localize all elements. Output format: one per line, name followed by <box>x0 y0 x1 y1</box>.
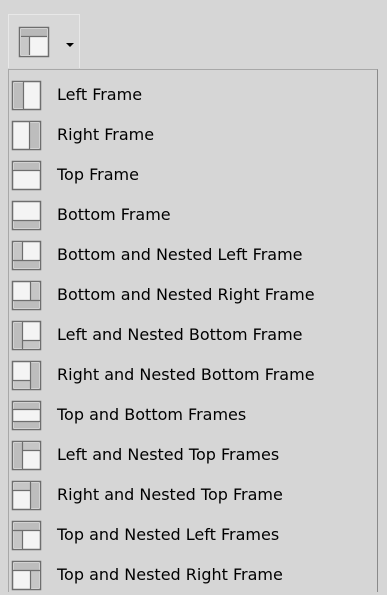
menu-item-label: Top and Nested Right Frame <box>57 565 283 584</box>
top-frame-icon <box>11 160 42 191</box>
right-nested-top-frame-icon <box>11 480 42 511</box>
frames-dropdown-button[interactable] <box>8 14 80 68</box>
right-frame-icon <box>11 120 42 151</box>
menu-item-label: Left and Nested Top Frames <box>57 445 280 464</box>
menu-item-top-bottom-frames[interactable]: Top and Bottom Frames <box>9 395 377 435</box>
menu-item-label: Bottom Frame <box>57 205 171 224</box>
menu-item-right-nested-top-frame[interactable]: Right and Nested Top Frame <box>9 475 377 515</box>
menu-item-label: Right and Nested Bottom Frame <box>57 365 315 384</box>
bottom-nested-right-frame-icon <box>11 280 42 311</box>
frames-menu: Left Frame Right Frame Top Frame Bottom … <box>8 69 378 592</box>
menu-item-left-nested-bottom-frame[interactable]: Left and Nested Bottom Frame <box>9 315 377 355</box>
menu-item-label: Bottom and Nested Right Frame <box>57 285 315 304</box>
left-nested-bottom-frame-icon <box>11 320 42 351</box>
menu-item-right-frame[interactable]: Right Frame <box>9 115 377 155</box>
toolbar <box>0 0 387 70</box>
top-bottom-frames-icon <box>11 400 42 431</box>
menu-item-label: Bottom and Nested Left Frame <box>57 245 303 264</box>
menu-item-label: Right and Nested Top Frame <box>57 485 283 504</box>
menu-item-top-nested-right-frame[interactable]: Top and Nested Right Frame <box>9 555 377 595</box>
menu-item-label: Left and Nested Bottom Frame <box>57 325 303 344</box>
menu-item-label: Top and Nested Left Frames <box>57 525 280 544</box>
right-nested-bottom-frame-icon <box>11 360 42 391</box>
dropdown-arrow-icon[interactable] <box>66 43 74 47</box>
menu-item-label: Right Frame <box>57 125 155 144</box>
menu-item-label: Left Frame <box>57 85 143 104</box>
menu-item-bottom-nested-right-frame[interactable]: Bottom and Nested Right Frame <box>9 275 377 315</box>
menu-item-top-nested-left-frames[interactable]: Top and Nested Left Frames <box>9 515 377 555</box>
menu-item-right-nested-bottom-frame[interactable]: Right and Nested Bottom Frame <box>9 355 377 395</box>
bottom-nested-left-frame-icon <box>11 240 42 271</box>
menu-item-bottom-frame[interactable]: Bottom Frame <box>9 195 377 235</box>
menu-item-top-frame[interactable]: Top Frame <box>9 155 377 195</box>
menu-item-label: Top Frame <box>57 165 139 184</box>
top-nested-right-frame-icon <box>11 560 42 591</box>
left-nested-top-frames-icon <box>11 440 42 471</box>
menu-item-left-nested-top-frames[interactable]: Left and Nested Top Frames <box>9 435 377 475</box>
top-nested-left-frames-icon <box>11 520 42 551</box>
bottom-frame-icon <box>11 200 42 231</box>
left-frame-icon <box>11 80 42 111</box>
frames-icon <box>18 26 50 58</box>
menu-item-left-frame[interactable]: Left Frame <box>9 75 377 115</box>
menu-item-label: Top and Bottom Frames <box>57 405 247 424</box>
menu-item-bottom-nested-left-frame[interactable]: Bottom and Nested Left Frame <box>9 235 377 275</box>
